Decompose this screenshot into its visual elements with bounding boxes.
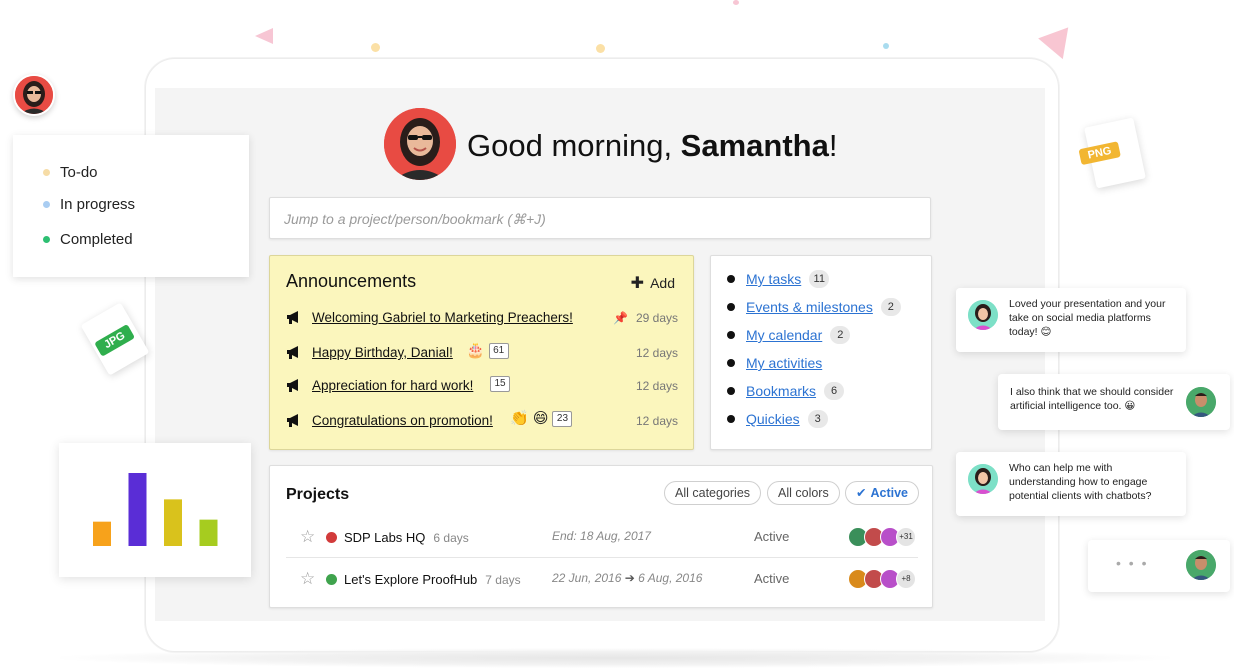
star-icon[interactable]: ☆ — [300, 527, 315, 547]
device-base — [60, 648, 1170, 668]
status-legend-card: To-do In progress Completed — [13, 135, 249, 277]
count-badge: 3 — [807, 410, 828, 428]
quick-links-panel: My tasks 11 Events & milestones 2 My calen… — [710, 255, 932, 450]
announcement-age: 12 days — [635, 346, 678, 360]
arrow-right-icon: ➔ — [624, 571, 635, 585]
search-input[interactable] — [282, 210, 922, 228]
typing-dots: • • • — [1116, 555, 1149, 571]
legend-item-in-progress: In progress — [43, 196, 135, 213]
count-badge: 6 — [824, 382, 845, 400]
quick-link-bookmarks[interactable]: Bookmarks 6 — [727, 381, 845, 401]
chat-text: I also think that we should consider art… — [1010, 386, 1174, 412]
announcement-item[interactable]: Appreciation for hard work! 15 12 days — [286, 376, 678, 398]
quick-link-my-tasks[interactable]: My tasks 11 — [727, 269, 830, 289]
avatar — [968, 300, 998, 330]
check-icon: ✔ — [856, 486, 867, 500]
filter-active[interactable]: ✔ Active — [845, 481, 920, 505]
star-icon[interactable]: ☆ — [300, 569, 315, 589]
confetti-dot — [596, 44, 605, 53]
chart-bar — [93, 521, 111, 546]
filter-all-colors[interactable]: All colors — [767, 481, 840, 505]
comment-count-badge[interactable]: 23 — [552, 411, 573, 427]
more-members-badge: +8 — [896, 569, 916, 589]
add-announcement-button[interactable]: ✚ Add — [631, 273, 675, 293]
confetti-triangle — [1038, 27, 1078, 65]
megaphone-icon — [287, 346, 298, 359]
announcements-panel: Announcements ✚ Add Welcoming Gabriel to … — [269, 255, 694, 450]
quick-link-events[interactable]: Events & milestones 2 — [727, 297, 901, 317]
announcement-link[interactable]: Happy Birthday, Danial! — [312, 345, 453, 360]
announcement-link[interactable]: Appreciation for hard work! — [312, 378, 473, 393]
announcements-title: Announcements — [286, 271, 417, 291]
project-status: Active — [754, 571, 790, 586]
bar-chart-card — [59, 443, 251, 577]
quick-link-quickies[interactable]: Quickies 3 — [727, 409, 828, 429]
announcement-item[interactable]: Welcoming Gabriel to Marketing Preachers… — [286, 308, 678, 330]
count-badge: 2 — [880, 298, 901, 316]
typing-indicator: • • • — [1088, 540, 1230, 592]
project-color-dot — [326, 574, 337, 585]
count-badge: 11 — [809, 270, 830, 288]
announcement-link[interactable]: Congratulations on promotion! — [312, 413, 493, 428]
announcement-age: 12 days — [635, 414, 678, 428]
project-dates: 22 Jun, 2016 ➔ 6 Aug, 2016 — [552, 571, 703, 585]
comment-count-badge[interactable]: 61 — [488, 343, 509, 359]
avatar — [968, 464, 998, 494]
chart-bar — [199, 519, 218, 546]
confetti-dot — [371, 43, 380, 52]
clap-icon: 👏 😄 — [510, 410, 549, 427]
quick-link-calendar[interactable]: My calendar 2 — [727, 325, 851, 345]
avatar — [1186, 387, 1216, 417]
pin-icon: 📌 — [613, 311, 628, 325]
cake-icon: 🎂 — [466, 342, 485, 359]
project-row[interactable]: ☆ Let's Explore ProofHub 7 days 22 Jun, 2… — [286, 559, 918, 599]
page-title: Good morning, Samantha! — [467, 128, 838, 163]
chart-bar — [128, 473, 147, 546]
avatar — [1186, 550, 1216, 580]
search-box[interactable] — [269, 197, 931, 239]
png-file-icon: PNG — [1078, 117, 1146, 189]
chat-message: Who can help me with understanding how t… — [956, 452, 1186, 516]
megaphone-icon — [287, 379, 298, 392]
more-members-badge: +31 — [896, 527, 916, 547]
chat-text: Who can help me with understanding how t… — [1009, 462, 1152, 502]
announcement-item[interactable]: Happy Birthday, Danial! 🎂 61 12 days — [286, 343, 678, 365]
chat-message: I also think that we should consider art… — [998, 374, 1230, 430]
project-name[interactable]: SDP Labs HQ 6 days — [344, 530, 469, 545]
announcement-age: 12 days — [635, 379, 678, 393]
count-badge: 2 — [830, 326, 851, 344]
comment-count-badge[interactable]: 15 — [490, 376, 510, 392]
bar-chart — [93, 473, 218, 546]
avatar[interactable] — [384, 108, 456, 180]
confetti-triangle — [255, 28, 273, 44]
filter-all-categories[interactable]: All categories — [664, 481, 762, 505]
announcement-item[interactable]: Congratulations on promotion! 👏 😄 23 12 d… — [286, 411, 678, 433]
projects-panel: Projects All categories All colors ✔ Acti… — [269, 465, 933, 608]
chat-text: Loved your presentation and your take on… — [1009, 298, 1166, 338]
megaphone-icon — [287, 311, 298, 324]
project-members[interactable]: +31 — [848, 527, 916, 547]
legend-item-completed: Completed — [43, 231, 133, 248]
project-status: Active — [754, 529, 790, 544]
avatar — [13, 74, 55, 116]
user-name: Samantha — [680, 128, 829, 163]
project-row[interactable]: ☆ SDP Labs HQ 6 days End: 18 Aug, 2017 Ac… — [286, 517, 918, 558]
jpg-file-icon: JPG — [80, 302, 150, 376]
confetti-dot — [883, 43, 889, 49]
plus-icon: ✚ — [630, 275, 645, 292]
chat-message: Loved your presentation and your take on… — [956, 288, 1186, 352]
legend-item-todo: To-do — [43, 164, 98, 181]
quick-link-activities[interactable]: My activities — [727, 353, 822, 373]
chart-bar — [164, 499, 182, 546]
project-members[interactable]: +8 — [848, 569, 916, 589]
announcement-link[interactable]: Welcoming Gabriel to Marketing Preachers… — [312, 310, 573, 325]
projects-title: Projects — [286, 486, 350, 503]
project-color-dot — [326, 532, 337, 543]
confetti-dot — [733, 0, 739, 5]
announcement-age: 29 days — [635, 311, 678, 325]
project-dates: End: 18 Aug, 2017 — [552, 529, 651, 543]
project-name[interactable]: Let's Explore ProofHub 7 days — [344, 572, 521, 587]
megaphone-icon — [287, 414, 298, 427]
